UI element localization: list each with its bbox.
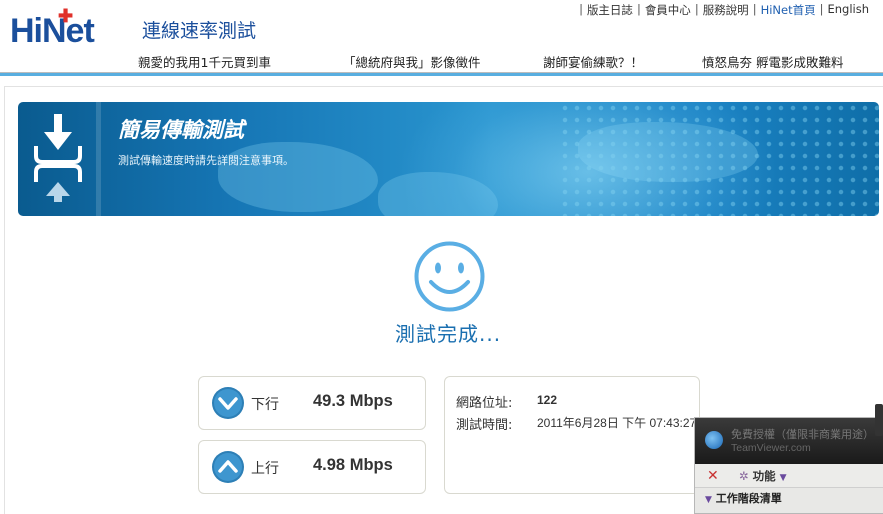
download-label: 下行 bbox=[251, 397, 279, 413]
teamviewer-license-text: 免費授權（僅限非商業用途） bbox=[731, 428, 874, 441]
ip-label: 網路位址: bbox=[456, 396, 513, 411]
teamviewer-scroll-handle[interactable] bbox=[875, 404, 883, 436]
top-link-member[interactable]: 會員中心 bbox=[645, 2, 691, 18]
info-box: 網路位址: 122 測試時間: 2011年6月28日 下午 07:43:27 bbox=[444, 376, 700, 494]
teamviewer-function-menu[interactable]: ✲ 功能 ▼ bbox=[739, 468, 787, 484]
news-link-4[interactable]: 憤怒鳥夯 孵電影成敗難料 bbox=[702, 52, 843, 71]
news-link-2[interactable]: 「總統府與我」影像徵件 bbox=[343, 52, 481, 71]
chevron-down-icon: ▼ bbox=[779, 473, 787, 483]
session-list-label: 工作階段清單 bbox=[715, 492, 782, 505]
teamviewer-site-text[interactable]: TeamViewer.com bbox=[731, 442, 811, 454]
banner-title: 簡易傳輸測試 bbox=[118, 118, 244, 142]
teamviewer-session-list[interactable]: ▼ 工作階段清單 bbox=[705, 490, 782, 506]
download-arrow-icon bbox=[212, 387, 244, 419]
time-value: 2011年6月28日 下午 07:43:27 bbox=[537, 416, 697, 430]
top-link-hinet-home[interactable]: HiNet首頁 bbox=[761, 2, 816, 18]
teamviewer-panel[interactable]: 免費授權（僅限非商業用途） TeamViewer.com ✕ ✲ 功能 ▼ ▼ … bbox=[694, 404, 883, 514]
top-link-service[interactable]: 服務說明 bbox=[703, 2, 749, 18]
status-message: 測試完成... bbox=[395, 322, 502, 346]
upload-result: 上行 4.98 Mbps bbox=[198, 440, 426, 494]
download-result: 下行 49.3 Mbps bbox=[198, 376, 426, 430]
top-link-blog[interactable]: 版主日誌 bbox=[587, 2, 633, 18]
teamviewer-icon bbox=[705, 431, 723, 449]
chevron-down-icon: ▼ bbox=[705, 495, 712, 505]
teamviewer-titlebar[interactable]: 免費授權（僅限非商業用途） TeamViewer.com bbox=[695, 418, 883, 464]
teamviewer-toolbar: ✕ ✲ 功能 ▼ bbox=[695, 464, 883, 488]
upload-label: 上行 bbox=[251, 461, 279, 477]
news-link-1[interactable]: 親愛的我用1千元買到車 bbox=[138, 52, 271, 71]
logo-text: HiNet bbox=[10, 12, 95, 50]
time-label: 測試時間: bbox=[456, 418, 513, 433]
close-icon[interactable]: ✕ bbox=[707, 468, 719, 484]
header-divider bbox=[0, 72, 883, 76]
logo-plus-icon: ✚ bbox=[58, 6, 73, 26]
ip-value: 122 bbox=[537, 393, 558, 407]
function-label: 功能 bbox=[752, 469, 776, 483]
page: HiNet ✚ 連線速率測試 | 版主日誌 | 會員中心 | 服務說明 | Hi… bbox=[0, 0, 883, 514]
upload-speed: 4.98 Mbps bbox=[313, 456, 393, 474]
hinet-logo[interactable]: HiNet ✚ bbox=[10, 6, 95, 51]
page-title: 連線速率測試 bbox=[142, 20, 257, 42]
banner-subtitle: 測試傳輸速度時請先詳閱注意事項。 bbox=[118, 154, 294, 167]
news-link-3[interactable]: 謝師宴偷練歌？！ bbox=[543, 52, 643, 71]
gear-icon: ✲ bbox=[739, 469, 749, 483]
top-link-english[interactable]: English bbox=[827, 2, 869, 18]
transfer-icon bbox=[34, 114, 82, 202]
top-links: | 版主日誌 | 會員中心 | 服務說明 | HiNet首頁 | English bbox=[579, 2, 869, 18]
smiley-icon bbox=[414, 241, 485, 312]
upload-arrow-icon bbox=[212, 451, 244, 483]
download-speed: 49.3 Mbps bbox=[313, 392, 393, 410]
banner: 簡易傳輸測試 測試傳輸速度時請先詳閱注意事項。 bbox=[18, 102, 879, 216]
news-ticker: 親愛的我用1千元買到車 「總統府與我」影像徵件 謝師宴偷練歌？！ 憤怒鳥夯 孵電… bbox=[0, 52, 883, 71]
